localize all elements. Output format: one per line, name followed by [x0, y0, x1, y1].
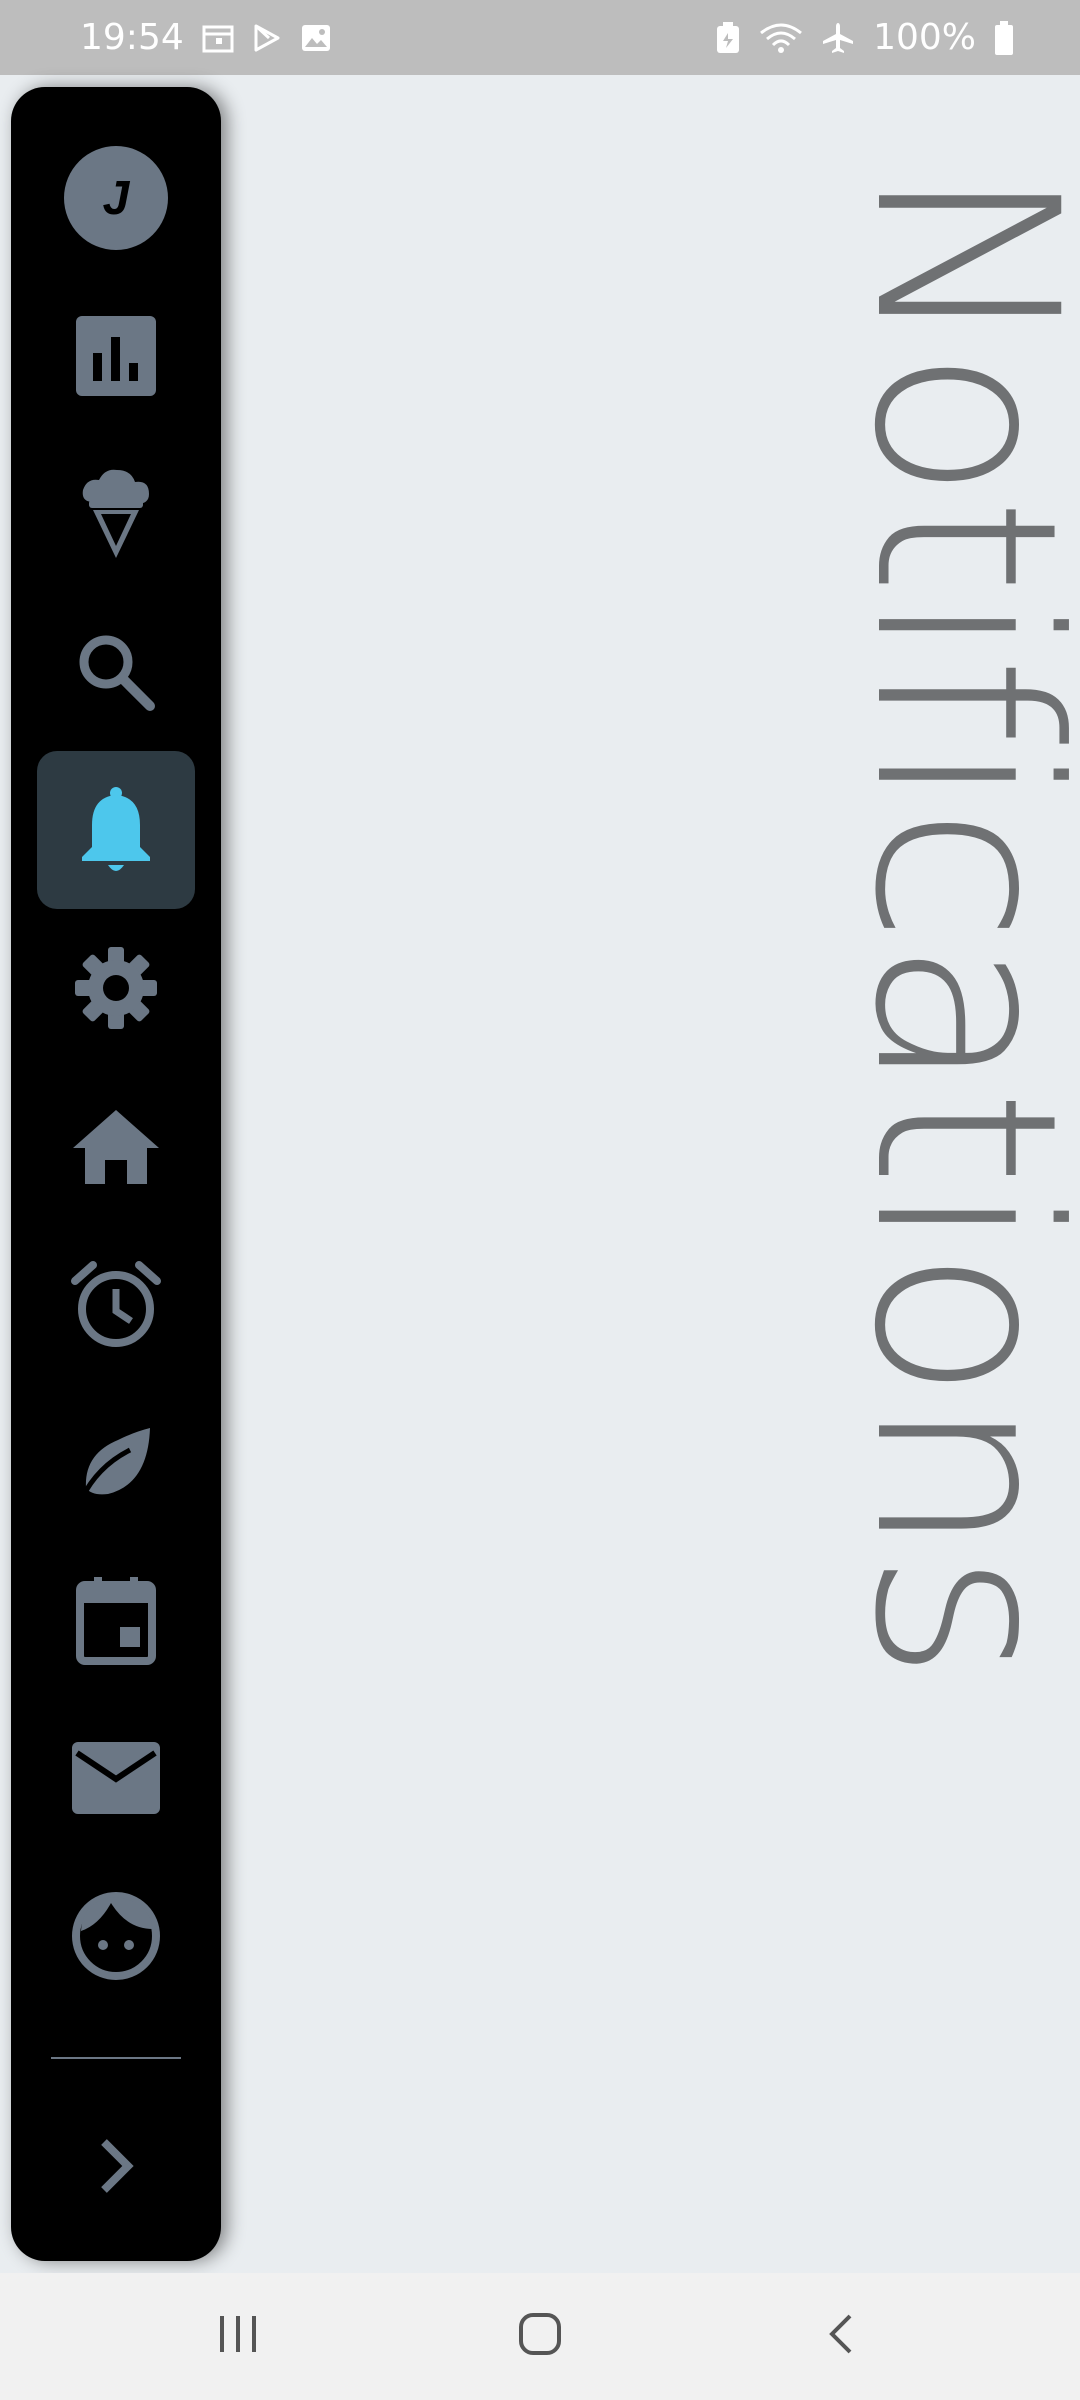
status-left: 19:54 — [80, 17, 332, 58]
mail-icon — [71, 1741, 161, 1815]
rail-item-calendar[interactable] — [37, 1541, 195, 1699]
home-nav-button[interactable] — [500, 2301, 580, 2371]
chevron-right-icon — [96, 2136, 136, 2196]
page-title: Notifications — [820, 165, 1080, 1678]
rail-item-alarm[interactable] — [37, 1225, 195, 1383]
bell-icon — [78, 785, 154, 875]
calendar-icon — [202, 23, 234, 53]
battery-percent: 100% — [873, 17, 976, 58]
battery-icon — [994, 20, 1014, 55]
nav-rail: J — [11, 87, 221, 2261]
leaf-icon — [78, 1424, 154, 1500]
play-store-icon — [252, 23, 282, 53]
rail-item-treats[interactable] — [37, 435, 195, 593]
bar-chart-icon — [75, 315, 157, 397]
avatar: J — [64, 146, 168, 250]
rail-item-notifications[interactable] — [37, 751, 195, 909]
rail-divider — [51, 2057, 181, 2059]
rail-expand-button[interactable] — [37, 2087, 195, 2245]
home-circle-icon — [516, 2310, 564, 2363]
calendar-icon — [76, 1575, 156, 1665]
airplane-icon — [821, 21, 855, 55]
recents-button[interactable] — [198, 2301, 278, 2371]
image-icon — [300, 23, 332, 53]
rail-item-mail[interactable] — [37, 1699, 195, 1857]
rail-item-search[interactable] — [37, 593, 195, 751]
rail-item-stats[interactable] — [37, 277, 195, 435]
status-bar: 19:54 100% — [0, 0, 1080, 75]
battery-saver-icon — [715, 21, 741, 55]
back-button[interactable] — [802, 2301, 882, 2371]
rail-item-home[interactable] — [37, 1067, 195, 1225]
wifi-icon — [759, 21, 803, 55]
recents-icon — [216, 2312, 260, 2361]
rail-item-profile[interactable] — [37, 1857, 195, 2015]
gear-icon — [73, 945, 159, 1031]
alarm-icon — [71, 1259, 161, 1349]
home-icon — [71, 1106, 161, 1186]
profile-avatar-button[interactable]: J — [37, 119, 195, 277]
status-time: 19:54 — [80, 17, 184, 58]
face-icon — [71, 1891, 161, 1981]
search-icon — [76, 632, 156, 712]
back-icon — [822, 2310, 862, 2363]
system-nav-bar — [0, 2273, 1080, 2400]
rail-item-eco[interactable] — [37, 1383, 195, 1541]
rail-item-settings[interactable] — [37, 909, 195, 1067]
ice-cream-icon — [79, 468, 153, 560]
avatar-initial: J — [102, 171, 130, 225]
status-right: 100% — [715, 17, 1014, 58]
